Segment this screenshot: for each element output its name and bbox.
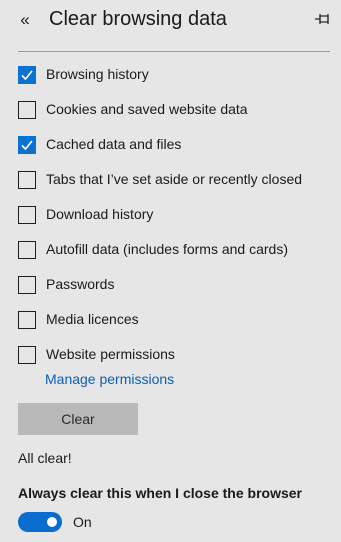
option-download-history[interactable]: Download history <box>18 206 333 241</box>
option-passwords[interactable]: Passwords <box>18 276 333 311</box>
checkmark-icon <box>21 70 33 81</box>
cached-data-checkbox[interactable] <box>18 136 36 154</box>
option-media-licences[interactable]: Media licences <box>18 311 333 346</box>
download-history-checkbox[interactable] <box>18 206 36 224</box>
browsing-history-checkbox[interactable] <box>18 66 36 84</box>
panel-header: « Clear browsing data <box>0 0 341 44</box>
tabs-set-aside-checkbox[interactable] <box>18 171 36 189</box>
option-cookies[interactable]: Cookies and saved website data <box>18 101 333 136</box>
option-label: Passwords <box>46 276 115 292</box>
option-label: Website permissions <box>46 346 175 362</box>
media-licences-checkbox[interactable] <box>18 311 36 329</box>
page-title: Clear browsing data <box>49 8 227 30</box>
option-label: Cookies and saved website data <box>46 101 248 117</box>
option-label: Download history <box>46 206 154 222</box>
double-chevron-left-icon: « <box>20 10 30 29</box>
option-label: Media licences <box>46 311 139 327</box>
pin-icon <box>315 14 329 24</box>
toggle-knob <box>47 517 57 527</box>
pin-button[interactable] <box>314 10 332 28</box>
option-label: Cached data and files <box>46 136 182 152</box>
option-label: Autofill data (includes forms and cards) <box>46 241 288 257</box>
option-label: Browsing history <box>46 66 149 82</box>
option-autofill-data[interactable]: Autofill data (includes forms and cards) <box>18 241 333 276</box>
header-divider <box>18 51 330 52</box>
option-label: Tabs that I’ve set aside or recently clo… <box>46 171 303 187</box>
always-clear-heading: Always clear this when I close the brows… <box>18 485 302 501</box>
option-cached-data[interactable]: Cached data and files <box>18 136 333 171</box>
clear-button[interactable]: Clear <box>18 403 138 435</box>
autofill-data-checkbox[interactable] <box>18 241 36 259</box>
option-browsing-history[interactable]: Browsing history <box>18 66 333 101</box>
passwords-checkbox[interactable] <box>18 276 36 294</box>
clear-options-list: Browsing history Cookies and saved websi… <box>18 66 333 381</box>
always-clear-toggle[interactable] <box>18 512 62 532</box>
website-permissions-checkbox[interactable] <box>18 346 36 364</box>
status-text: All clear! <box>18 450 72 466</box>
cookies-checkbox[interactable] <box>18 101 36 119</box>
toggle-state-label: On <box>73 514 92 530</box>
option-tabs-set-aside[interactable]: Tabs that I’ve set aside or recently clo… <box>18 171 333 206</box>
manage-permissions-link[interactable]: Manage permissions <box>45 371 174 387</box>
checkmark-icon <box>21 140 33 151</box>
back-button[interactable]: « <box>14 9 36 31</box>
